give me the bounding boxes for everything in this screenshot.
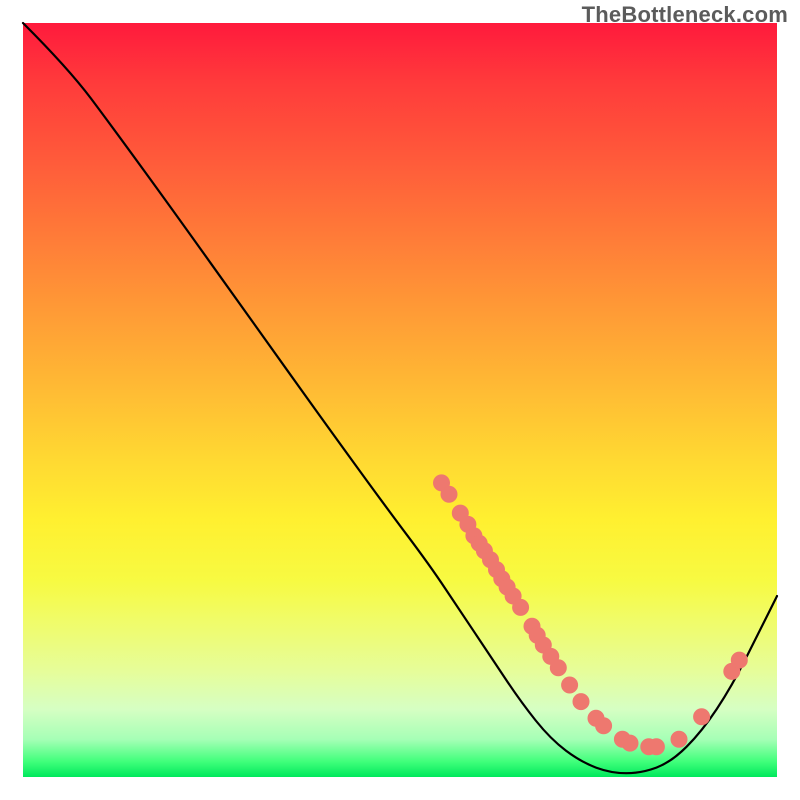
curve-dot [731, 652, 747, 668]
chart-stage: TheBottleneck.com [0, 0, 800, 800]
curve-dot [550, 660, 566, 676]
curve-dot [596, 718, 612, 734]
curve-dot [513, 599, 529, 615]
curve-dot [671, 731, 687, 747]
curve-dot [573, 694, 589, 710]
curve-dot [562, 677, 578, 693]
bottleneck-curve-path [23, 23, 777, 773]
curve-dot [694, 709, 710, 725]
curve-dot [622, 735, 638, 751]
curve-data-dots [434, 475, 748, 755]
chart-overlay-svg [0, 0, 800, 800]
bottleneck-curve [23, 23, 777, 773]
curve-dot [648, 739, 664, 755]
curve-dot [441, 486, 457, 502]
